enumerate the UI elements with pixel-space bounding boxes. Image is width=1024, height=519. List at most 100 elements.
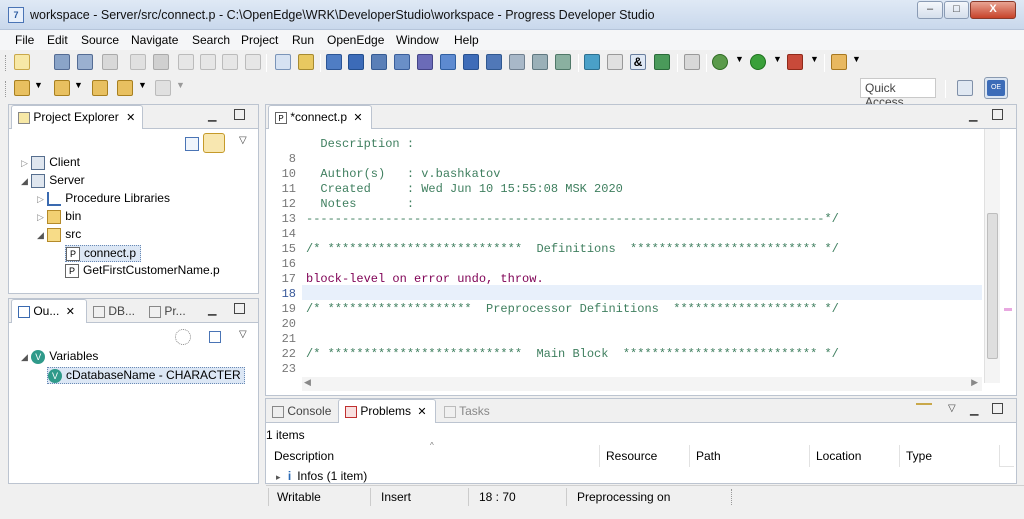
- link-editor-icon[interactable]: [203, 133, 225, 153]
- quick-access-input[interactable]: Quick Access: [860, 78, 936, 109]
- filter-icon[interactable]: [916, 403, 932, 417]
- outline-item-cdatabasename[interactable]: VcDatabaseName - CHARACTER: [47, 367, 245, 384]
- pin-icon[interactable]: [831, 54, 847, 70]
- code-line[interactable]: Description :: [306, 137, 414, 151]
- minimize-button[interactable]: –: [917, 1, 943, 19]
- step-icon[interactable]: [178, 54, 194, 70]
- maximize-icon[interactable]: [992, 109, 1003, 120]
- col-type[interactable]: Type: [900, 445, 1000, 467]
- code-line[interactable]: Author(s) : v.bashkatov: [306, 167, 500, 181]
- tab-outline[interactable]: Ou... ✕: [11, 299, 87, 323]
- pen-icon[interactable]: [607, 54, 623, 70]
- view-menu-icon[interactable]: ▽: [239, 135, 247, 146]
- run-disabled-icon[interactable]: [130, 54, 146, 70]
- database-icon[interactable]: [584, 54, 600, 70]
- scrollbar-thumb[interactable]: [987, 213, 998, 359]
- scroll-right-icon[interactable]: ▶: [971, 377, 978, 388]
- menu-project[interactable]: Project: [241, 33, 278, 47]
- prev-annotation-icon[interactable]: [54, 80, 70, 96]
- tab-tasks[interactable]: Tasks: [444, 404, 490, 418]
- globe-icon[interactable]: [532, 54, 548, 70]
- inspect-icon[interactable]: [348, 54, 364, 70]
- code-line[interactable]: /* *************************** Main Bloc…: [306, 347, 839, 361]
- tab-connect-p[interactable]: P *connect.p ✕: [268, 105, 372, 129]
- minimize-icon[interactable]: ▁: [208, 303, 216, 316]
- collapse-all-icon[interactable]: [209, 331, 221, 343]
- view-menu-icon[interactable]: ▽: [239, 329, 247, 340]
- close-icon[interactable]: ✕: [353, 112, 362, 124]
- world-icon[interactable]: [654, 54, 670, 70]
- maximize-button[interactable]: □: [944, 1, 969, 19]
- tree-item-getfirstcustomername-p[interactable]: P GetFirstCustomerName.p: [65, 263, 220, 278]
- data-icon[interactable]: [440, 54, 456, 70]
- minimize-icon[interactable]: ▁: [970, 403, 978, 416]
- menu-openedge[interactable]: OpenEdge: [327, 33, 384, 47]
- tree-item-bin[interactable]: ▷ bin: [37, 209, 81, 224]
- code-line[interactable]: /* ******************** Preprocessor Def…: [306, 302, 839, 316]
- maximize-icon[interactable]: [992, 403, 1003, 414]
- chevron-down-icon[interactable]: ▼: [176, 80, 185, 96]
- menu-window[interactable]: Window: [396, 33, 439, 47]
- overview-ruler-marker[interactable]: [1004, 308, 1012, 311]
- outline-item-variables[interactable]: ◢ V Variables: [21, 349, 98, 364]
- sort-icon[interactable]: [175, 329, 191, 345]
- external-tools-icon[interactable]: [787, 54, 803, 70]
- col-path[interactable]: Path: [690, 445, 810, 467]
- ampersand-icon[interactable]: &: [630, 54, 646, 70]
- chevron-down-icon[interactable]: ▼: [810, 54, 819, 70]
- step-return-icon[interactable]: [222, 54, 238, 70]
- view-menu-icon[interactable]: ▽: [948, 403, 956, 414]
- report-icon[interactable]: [417, 54, 433, 70]
- tree-item-client[interactable]: ▷ Client: [21, 155, 80, 170]
- chevron-down-icon[interactable]: ▼: [74, 80, 83, 96]
- maximize-icon[interactable]: [234, 303, 245, 314]
- toolbar-grip[interactable]: [5, 55, 8, 71]
- run-icon[interactable]: [750, 54, 766, 70]
- scroll-left-icon[interactable]: ◀: [304, 377, 311, 388]
- tree-item-procedure-libraries[interactable]: ▷ Procedure Libraries: [37, 191, 170, 206]
- menu-file[interactable]: File: [15, 33, 34, 47]
- code-line[interactable]: block-level on error undo, throw.: [306, 272, 544, 286]
- new-icon[interactable]: [14, 54, 30, 70]
- forward-icon[interactable]: [155, 80, 171, 96]
- toolbar-grip[interactable]: [5, 81, 8, 97]
- window-icon[interactable]: [371, 54, 387, 70]
- menu-edit[interactable]: Edit: [47, 33, 68, 47]
- code-line[interactable]: /* *************************** Definitio…: [306, 242, 839, 256]
- next-annotation-icon[interactable]: [14, 80, 30, 96]
- chevron-down-icon[interactable]: ▼: [34, 80, 43, 96]
- minimize-icon[interactable]: ▁: [969, 109, 977, 122]
- layout-icon[interactable]: [394, 54, 410, 70]
- close-icon[interactable]: ✕: [126, 112, 135, 124]
- chevron-down-icon[interactable]: ▼: [773, 54, 782, 70]
- vertical-scrollbar[interactable]: [984, 129, 1000, 383]
- tab-project-explorer[interactable]: Project Explorer ✕: [11, 105, 143, 129]
- close-icon[interactable]: ✕: [66, 306, 75, 318]
- last-edit-icon[interactable]: [92, 80, 108, 96]
- menu-help[interactable]: Help: [454, 33, 479, 47]
- chevron-down-icon[interactable]: ▼: [138, 80, 147, 96]
- code-line[interactable]: ----------------------------------------…: [306, 212, 839, 226]
- problems-row-infos[interactable]: ▸ i Infos (1 item): [276, 469, 367, 483]
- close-button[interactable]: X: [970, 1, 1016, 19]
- tree-item-connect-p[interactable]: Pconnect.p: [65, 245, 142, 262]
- menu-run[interactable]: Run: [292, 33, 314, 47]
- back-icon[interactable]: [117, 80, 133, 96]
- drop-frame-icon[interactable]: [245, 54, 261, 70]
- tab-console[interactable]: Console: [272, 404, 331, 418]
- compile-icon[interactable]: [275, 54, 291, 70]
- menu-source[interactable]: Source: [81, 33, 119, 47]
- build-icon[interactable]: [298, 54, 314, 70]
- code-line[interactable]: Created : Wed Jun 10 15:55:08 MSK 2020: [306, 182, 622, 196]
- sql-icon[interactable]: [463, 54, 479, 70]
- step-over-icon[interactable]: [200, 54, 216, 70]
- col-location[interactable]: Location: [810, 445, 900, 467]
- tab-problems[interactable]: Problems ✕: [338, 399, 436, 423]
- tree-item-server[interactable]: ◢ Server: [21, 173, 85, 188]
- external-icon[interactable]: [684, 54, 700, 70]
- maximize-icon[interactable]: [234, 109, 245, 120]
- save-all-icon[interactable]: [77, 54, 93, 70]
- horizontal-scrollbar[interactable]: ◀ ▶: [302, 377, 982, 391]
- menu-navigate[interactable]: Navigate: [131, 33, 178, 47]
- tab-properties[interactable]: Pr...: [149, 304, 186, 318]
